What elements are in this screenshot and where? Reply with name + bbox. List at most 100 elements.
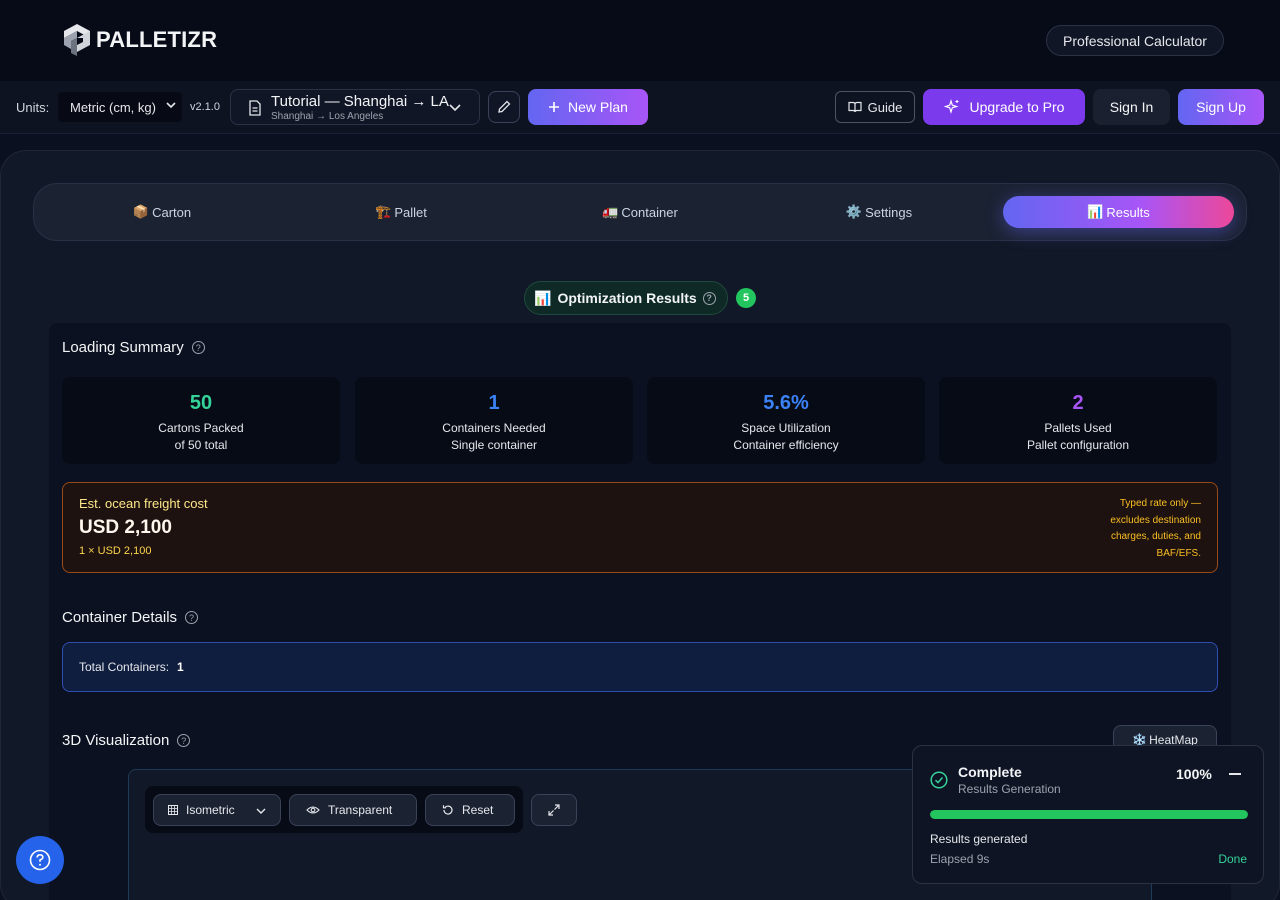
tab-pallet[interactable]: 🏗️ Pallet (283, 196, 519, 228)
container-details-heading: Container Details ? (62, 609, 199, 626)
visualization-heading: 3D Visualization ? (62, 732, 191, 749)
total-containers-label: Total Containers: (79, 660, 170, 674)
tab-label: Settings (865, 204, 913, 220)
new-plan-button[interactable]: New Plan (528, 89, 648, 125)
guide-button[interactable]: Guide (835, 91, 915, 123)
new-plan-label: New Plan (568, 99, 628, 115)
freight-note: Typed rate only — excludes destination c… (1110, 498, 1201, 559)
tab-container[interactable]: 🚛 Container (522, 196, 758, 228)
tab-label: Container (621, 204, 678, 220)
units-select[interactable]: Metric (cm, kg) (58, 92, 182, 122)
sign-in-button[interactable]: Sign In (1093, 89, 1170, 125)
view-mode-value: Isometric (186, 803, 235, 817)
visualization-controls: Isometric Transparent Reset (145, 786, 523, 833)
toast-elapsed: Elapsed 9s (930, 852, 990, 866)
logo-icon (64, 24, 90, 56)
loading-summary-heading: Loading Summary ? (62, 339, 205, 356)
edit-plan-button[interactable] (488, 91, 520, 123)
progress-toast: Complete Results Generation 100% Results… (912, 745, 1264, 884)
bar-chart-icon: 📊 (1087, 204, 1104, 219)
view-mode-select[interactable]: Isometric (153, 794, 281, 826)
stat-card-containers: 1 Containers Needed Single container (355, 377, 633, 464)
check-circle-icon (930, 771, 948, 789)
help-icon[interactable]: ? (191, 341, 205, 354)
gear-icon: ⚙️ (845, 204, 863, 219)
fullscreen-button[interactable] (531, 794, 577, 826)
tab-carton[interactable]: 📦 Carton (44, 196, 280, 228)
upgrade-to-pro-button[interactable]: Upgrade to Pro (923, 89, 1085, 125)
chevron-down-icon (166, 102, 176, 109)
progress-bar (930, 810, 1248, 819)
upgrade-label: Upgrade to Pro (969, 99, 1065, 115)
logo-text: PALLETIZR (96, 27, 218, 52)
help-fab-button[interactable] (16, 836, 64, 884)
help-circle-icon (29, 849, 51, 871)
tab-results[interactable]: 📊 Results (1003, 196, 1234, 228)
sparkles-icon (943, 99, 959, 115)
sign-up-button[interactable]: Sign Up (1178, 89, 1264, 125)
tab-label: Results (1106, 204, 1150, 220)
freight-label: Est. ocean freight cost (79, 496, 208, 511)
guide-label: Guide (867, 99, 903, 115)
freight-cost-card: Est. ocean freight cost USD 2,100 1 × US… (62, 482, 1218, 573)
stat-label: Containers Needed (442, 421, 546, 435)
transparent-label: Transparent (328, 803, 393, 817)
stat-card-pallets: 2 Pallets Used Pallet configuration (939, 377, 1217, 464)
transparent-toggle[interactable]: Transparent (289, 794, 417, 826)
bar-chart-icon: 📊 (534, 289, 552, 306)
truck-icon: 🚛 (602, 204, 619, 219)
chevron-down-icon (256, 808, 266, 814)
toast-percent: 100% (1176, 766, 1212, 782)
tab-label: Pallet (394, 204, 427, 220)
visualization-title: 3D Visualization (62, 732, 170, 749)
book-icon (848, 101, 862, 113)
tab-label: Carton (152, 204, 192, 220)
expand-icon (548, 804, 560, 816)
total-containers-box: Total Containers: 1 (62, 642, 1218, 692)
container-details-title: Container Details (62, 609, 178, 626)
document-icon (249, 100, 261, 116)
progress-bar-fill (930, 810, 1248, 819)
units-label: Units: (16, 100, 50, 115)
help-icon[interactable]: ? (185, 611, 199, 624)
toast-message: Results generated (930, 832, 1028, 846)
toast-subtitle: Results Generation (958, 782, 1061, 796)
results-count-badge: 5 (736, 288, 756, 308)
plan-subtitle: Shanghai → Los Angeles (271, 111, 384, 122)
chevron-down-icon (449, 104, 461, 112)
grid-icon (168, 805, 178, 815)
minimize-icon[interactable] (1229, 773, 1241, 775)
stat-label: Space Utilization (741, 421, 831, 435)
tab-settings[interactable]: ⚙️ Settings (761, 196, 997, 228)
freight-value: USD 2,100 (79, 517, 172, 538)
help-icon[interactable]: ? (177, 734, 191, 747)
plan-title: Tutorial — Shanghai → LA (271, 93, 449, 110)
professional-calculator-button[interactable]: Professional Calculator (1046, 25, 1224, 56)
eye-icon (306, 806, 320, 814)
crane-icon: 🏗️ (375, 204, 392, 219)
units-select-value: Metric (cm, kg) (70, 99, 156, 115)
stat-sub: Single container (450, 438, 538, 452)
stat-value: 1 (488, 392, 500, 414)
total-containers-value: 1 (177, 660, 184, 674)
rotate-ccw-icon (442, 805, 453, 815)
plan-select[interactable]: Tutorial — Shanghai → LA Shanghai → Los … (230, 89, 480, 125)
stat-label: Cartons Packed (158, 421, 244, 435)
reset-view-button[interactable]: Reset (425, 794, 515, 826)
help-icon[interactable]: ? (702, 291, 716, 305)
loading-summary-title: Loading Summary (62, 339, 184, 356)
pencil-icon (498, 100, 511, 113)
stat-value: 50 (189, 392, 213, 414)
stat-card-utilization: 5.6% Space Utilization Container efficie… (647, 377, 925, 464)
toolbar: Units: Metric (cm, kg) v2.1.0 Tutorial —… (0, 81, 1280, 134)
toast-status: Done (1218, 852, 1247, 866)
step-tabs: 📦 Carton 🏗️ Pallet 🚛 Container ⚙️ Settin… (33, 183, 1247, 241)
version-label: v2.1.0 (190, 101, 220, 113)
reset-label: Reset (462, 803, 494, 817)
optimization-results-title: Optimization Results (557, 290, 697, 306)
plus-icon (549, 102, 560, 112)
stat-sub: of 50 total (174, 438, 228, 452)
logo[interactable]: PALLETIZR (62, 23, 217, 57)
stat-sub: Pallet configuration (1026, 438, 1130, 452)
stat-card-cartons: 50 Cartons Packed of 50 total (62, 377, 340, 464)
